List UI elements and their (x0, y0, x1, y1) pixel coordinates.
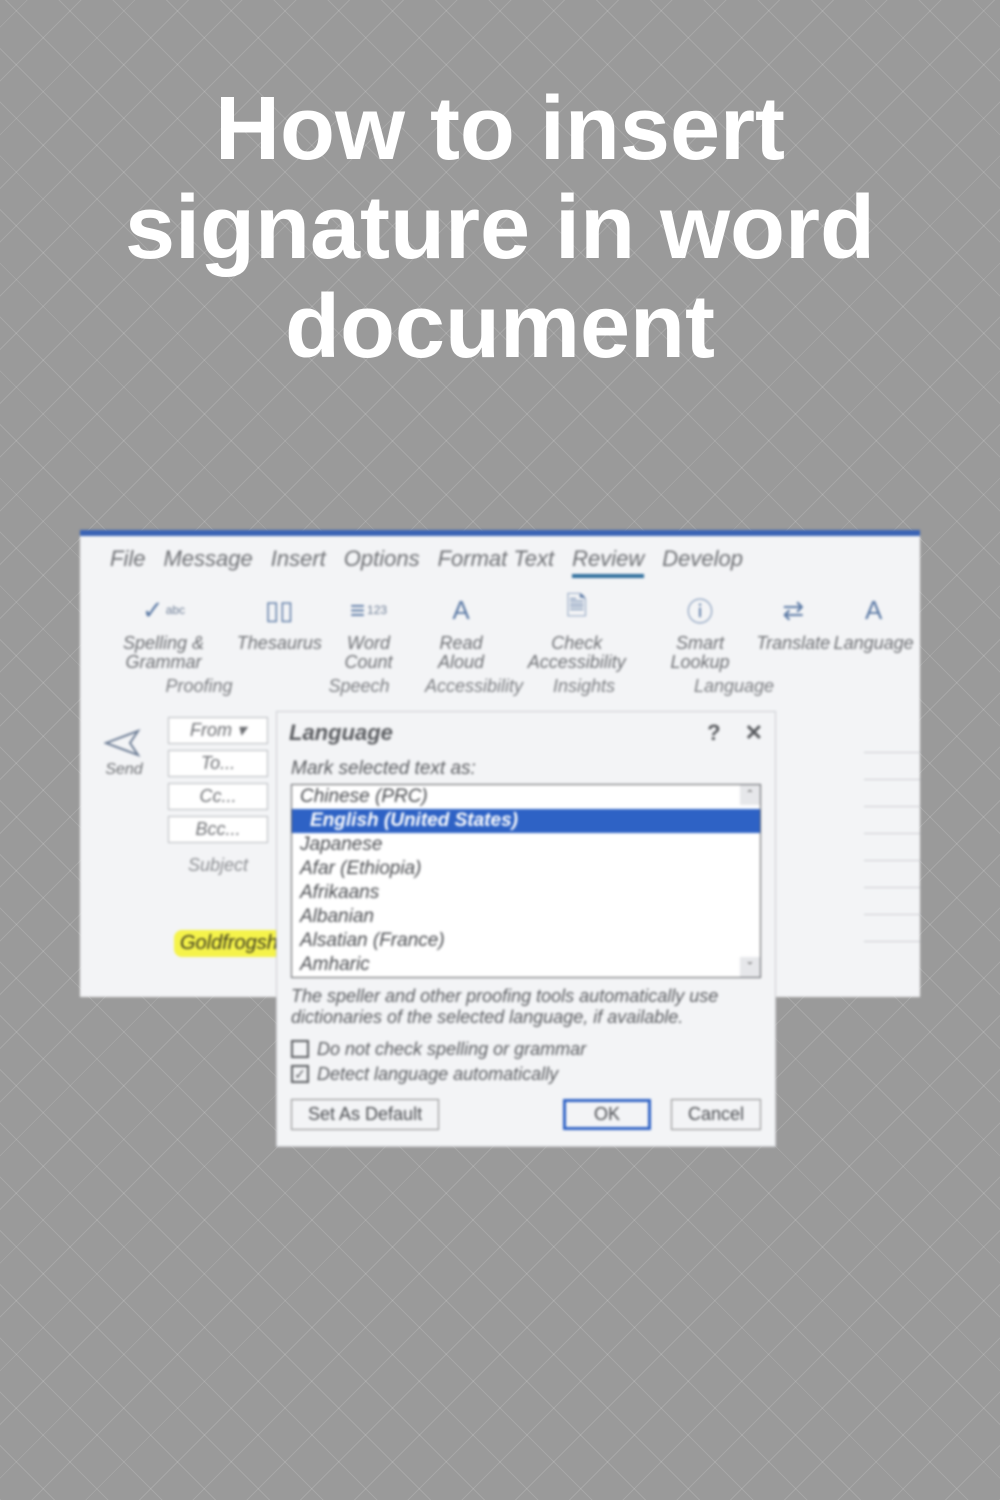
language-listbox[interactable]: ˆ ˇ Chinese (PRC)English (United States)… (291, 784, 761, 978)
page-title: How to insert signature in word document (0, 80, 1000, 377)
ribbon-translate[interactable]: ⇄ Translate (757, 588, 829, 674)
language-option[interactable]: Alsatian (France) (292, 929, 760, 953)
ribbon-spelling-grammar[interactable]: ✓abc Spelling & Grammar (94, 588, 233, 674)
language-option[interactable]: English (United States) (292, 809, 760, 833)
checkbox-label: Do not check spelling or grammar (317, 1039, 586, 1060)
tab-file[interactable]: File (110, 546, 145, 578)
word-icon: ≡123 (344, 590, 392, 630)
ribbon-label: Language (834, 634, 914, 653)
dialog-description: The speller and other proofing tools aut… (291, 986, 761, 1029)
ribbon-read-aloud[interactable]: A Read Aloud (419, 588, 502, 674)
scroll-up-icon[interactable]: ˆ (740, 785, 760, 805)
tab-develop[interactable]: Develop (662, 546, 743, 578)
subject-label: Subject (168, 849, 268, 876)
ribbon-group-language: Language (634, 676, 834, 697)
smart-icon: ⓘ (676, 590, 724, 630)
send-label[interactable]: Send (105, 761, 142, 779)
language-option[interactable]: Albanian (292, 905, 760, 929)
ribbon-label: Spelling & Grammar (98, 634, 229, 672)
language-option[interactable]: Amharic (292, 953, 760, 977)
checkbox-icon (291, 1040, 309, 1058)
tab-review[interactable]: Review (572, 546, 644, 578)
tab-message[interactable]: Message (163, 546, 252, 578)
bcc-button[interactable]: Bcc... (168, 816, 268, 843)
spelling-icon: ✓abc (139, 590, 187, 630)
dialog-title: Language (289, 720, 393, 746)
ribbon-group-speech: Speech (304, 676, 414, 697)
ribbon-label: Thesaurus (237, 634, 322, 653)
ribbon-check-accessibility[interactable]: 🗎 Check Accessibility (511, 588, 643, 674)
check-icon: 🗎 (553, 590, 601, 630)
ribbon-label: Word Count (330, 634, 408, 672)
compose-area: Send From ▾ To... Cc... Bcc... Subject G… (80, 705, 920, 957)
ribbon: ✓abcSpelling & Grammar▯▯Thesaurus≡123Wor… (80, 582, 920, 674)
detect-language-checkbox[interactable]: ✓ Detect language automatically (291, 1064, 761, 1085)
ribbon-smart-lookup[interactable]: ⓘ Smart Lookup (651, 588, 750, 674)
ribbon-label: Translate (756, 634, 830, 653)
header-fields: From ▾ To... Cc... Bcc... Subject Goldfr… (168, 711, 268, 957)
ribbon-tabs: File Message Insert Options Format Text Revie… (80, 536, 920, 582)
read-icon: A (437, 590, 485, 630)
ribbon-group-accessibility: Accessibility (414, 676, 534, 697)
mark-selected-label: Mark selected text as: (291, 758, 761, 780)
ribbon-thesaurus[interactable]: ▯▯Thesaurus (241, 588, 318, 674)
ribbon-group-insights: Insights (534, 676, 634, 697)
ribbon-label: Check Accessibility (515, 634, 639, 672)
ribbon-groups: ProofingSpeechAccessibilityInsightsLangu… (80, 674, 920, 705)
tab-format-text[interactable]: Format Text (438, 546, 555, 578)
language-icon: A (850, 590, 898, 630)
help-icon[interactable]: ? (707, 720, 720, 746)
app-window: File Message Insert Options Format Text Revie… (80, 530, 920, 997)
cancel-button[interactable]: Cancel (671, 1099, 761, 1130)
ribbon-label: Read Aloud (423, 634, 498, 672)
set-default-button[interactable]: Set As Default (291, 1099, 439, 1130)
send-icon[interactable] (102, 725, 146, 761)
cc-button[interactable]: Cc... (168, 783, 268, 810)
ribbon-language[interactable]: ALanguage (837, 588, 910, 674)
from-button[interactable]: From ▾ (168, 717, 268, 744)
ribbon-group-proofing: Proofing (94, 676, 304, 697)
checkbox-icon: ✓ (291, 1065, 309, 1083)
language-option[interactable]: Japanese (292, 833, 760, 857)
send-column: Send (88, 711, 160, 957)
ribbon-label: Smart Lookup (655, 634, 746, 672)
scroll-down-icon[interactable]: ˇ (740, 957, 760, 977)
ok-button[interactable]: OK (563, 1099, 651, 1130)
thesaurus-icon: ▯▯ (255, 590, 303, 630)
ruled-lines (864, 726, 920, 942)
checkbox-label: Detect language automatically (317, 1064, 558, 1085)
message-body[interactable]: Goldfrogshfd (168, 882, 268, 957)
tab-options[interactable]: Options (344, 546, 420, 578)
language-option[interactable]: Afar (Ethiopia) (292, 857, 760, 881)
to-button[interactable]: To... (168, 750, 268, 777)
ribbon-word-count[interactable]: ≡123 Word Count (326, 588, 412, 674)
language-dialog: Language ? ✕ Mark selected text as: ˆ ˇ … (276, 711, 776, 1147)
language-option[interactable]: Afrikaans (292, 881, 760, 905)
tab-insert[interactable]: Insert (271, 546, 326, 578)
language-option[interactable]: Chinese (PRC) (292, 785, 760, 809)
close-icon[interactable]: ✕ (745, 720, 763, 746)
do-not-check-checkbox[interactable]: Do not check spelling or grammar (291, 1039, 761, 1060)
translate-icon: ⇄ (769, 590, 817, 630)
